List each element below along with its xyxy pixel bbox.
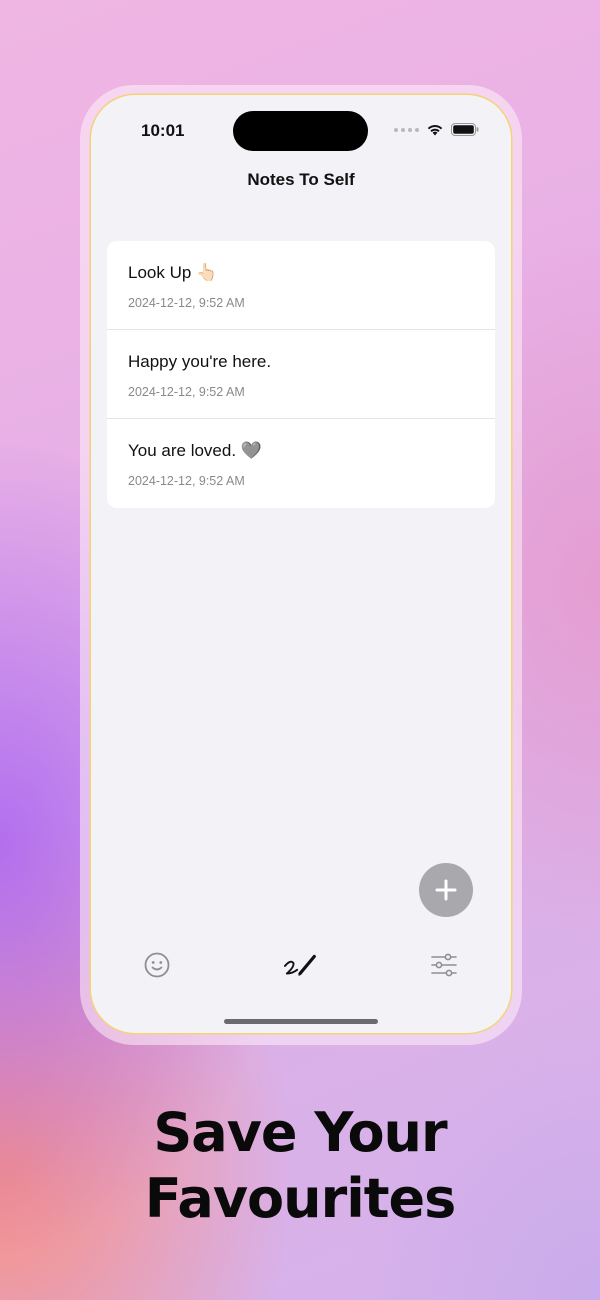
status-time: 10:01 — [141, 121, 185, 140]
promo-line-1: Save Your — [153, 1101, 447, 1164]
pencil-scribble-icon — [283, 954, 316, 976]
add-note-button[interactable] — [419, 863, 473, 917]
home-indicator — [224, 1019, 378, 1024]
promo-line-2: Favourites — [144, 1167, 457, 1230]
note-date: 2024-12-12, 9:52 AM — [128, 474, 245, 488]
note-title: Happy you're here. — [128, 352, 272, 371]
note-item[interactable]: You are loved. 🩶 2024-12-12, 9:52 AM — [107, 419, 495, 508]
sliders-icon — [431, 953, 457, 977]
note-title: Look Up 👆🏻 — [128, 263, 218, 282]
wifi-icon — [427, 125, 443, 136]
signal-dots-icon — [394, 127, 419, 132]
tab-settings[interactable] — [426, 947, 462, 983]
dynamic-island — [233, 111, 368, 151]
phone-screen: 10:01 Notes To Self Look Up 👆🏻 2024-12-1… — [91, 95, 511, 1033]
note-item[interactable]: Happy you're here. 2024-12-12, 9:52 AM — [107, 330, 495, 419]
tab-notes[interactable] — [283, 947, 319, 983]
page-title: Notes To Self — [247, 170, 355, 189]
note-date: 2024-12-12, 9:52 AM — [128, 296, 245, 310]
note-date: 2024-12-12, 9:52 AM — [128, 385, 245, 399]
promo-headline: Save Your Favourites — [0, 1100, 600, 1232]
note-title: You are loved. 🩶 — [128, 441, 262, 460]
status-icons — [394, 123, 479, 136]
smiley-icon — [144, 952, 170, 978]
notes-list: Look Up 👆🏻 2024-12-12, 9:52 AM Happy you… — [107, 241, 495, 508]
tab-favourites[interactable] — [139, 947, 175, 983]
note-item[interactable]: Look Up 👆🏻 2024-12-12, 9:52 AM — [107, 241, 495, 330]
battery-icon — [451, 123, 479, 136]
plus-icon — [435, 879, 457, 901]
